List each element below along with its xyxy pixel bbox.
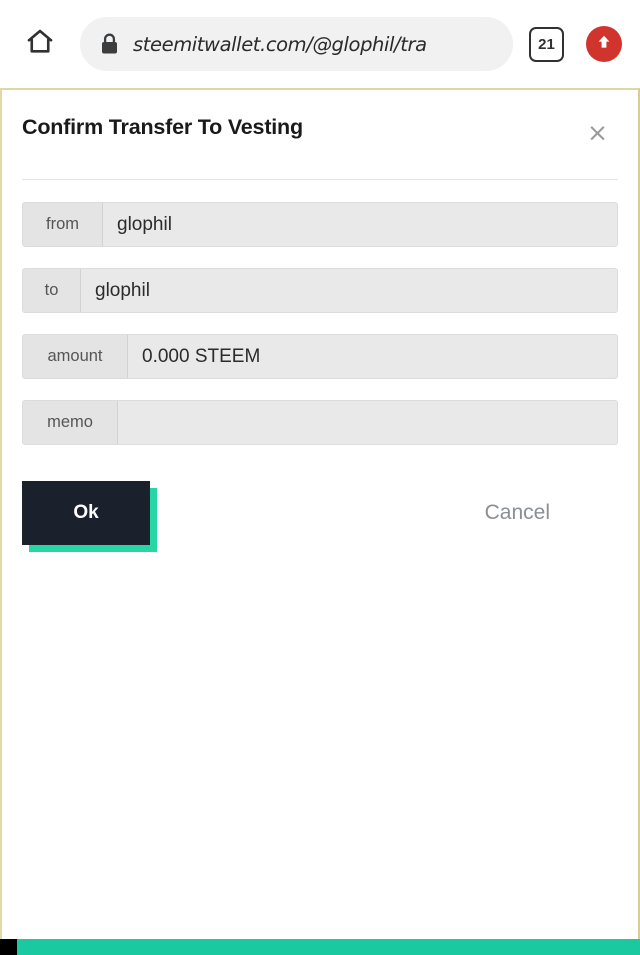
page-content-frame: Confirm Transfer To Vesting × from gloph… [0,88,640,955]
dialog-header: Confirm Transfer To Vesting × [22,90,618,147]
field-label-from: from [23,203,103,246]
browser-toolbar: steemitwallet.com/@glophil/tra 21 [0,0,640,88]
tab-count-label: 21 [538,35,555,53]
field-value-to: glophil [81,269,617,312]
ok-button[interactable]: Ok [22,481,150,545]
ok-button-wrapper: Ok [22,481,157,552]
field-label-to: to [23,269,81,312]
form-row-to: to glophil [22,268,618,313]
field-label-memo: memo [23,401,118,444]
form-row-from: from glophil [22,202,618,247]
address-bar-text: steemitwallet.com/@glophil/tra [133,32,427,56]
field-value-memo [118,401,617,444]
upload-arrow-icon [594,32,614,57]
address-bar[interactable]: steemitwallet.com/@glophil/tra [80,17,513,71]
home-icon [25,27,55,62]
confirm-transfer-dialog: Confirm Transfer To Vesting × from gloph… [2,90,638,552]
header-divider [22,179,618,180]
field-value-amount: 0.000 STEEM [128,335,617,378]
close-icon[interactable]: × [581,118,614,147]
form-row-amount: amount 0.000 STEEM [22,334,618,379]
home-button[interactable] [14,18,66,70]
field-value-from: glophil [103,203,617,246]
tab-counter-button[interactable]: 21 [529,26,564,62]
form-row-memo: memo [22,400,618,445]
dialog-title: Confirm Transfer To Vesting [22,115,303,139]
dialog-actions: Ok Cancel [22,481,618,552]
field-label-amount: amount [23,335,128,378]
cancel-button[interactable]: Cancel [479,500,556,526]
update-button[interactable] [586,26,622,62]
lock-icon [100,33,119,55]
